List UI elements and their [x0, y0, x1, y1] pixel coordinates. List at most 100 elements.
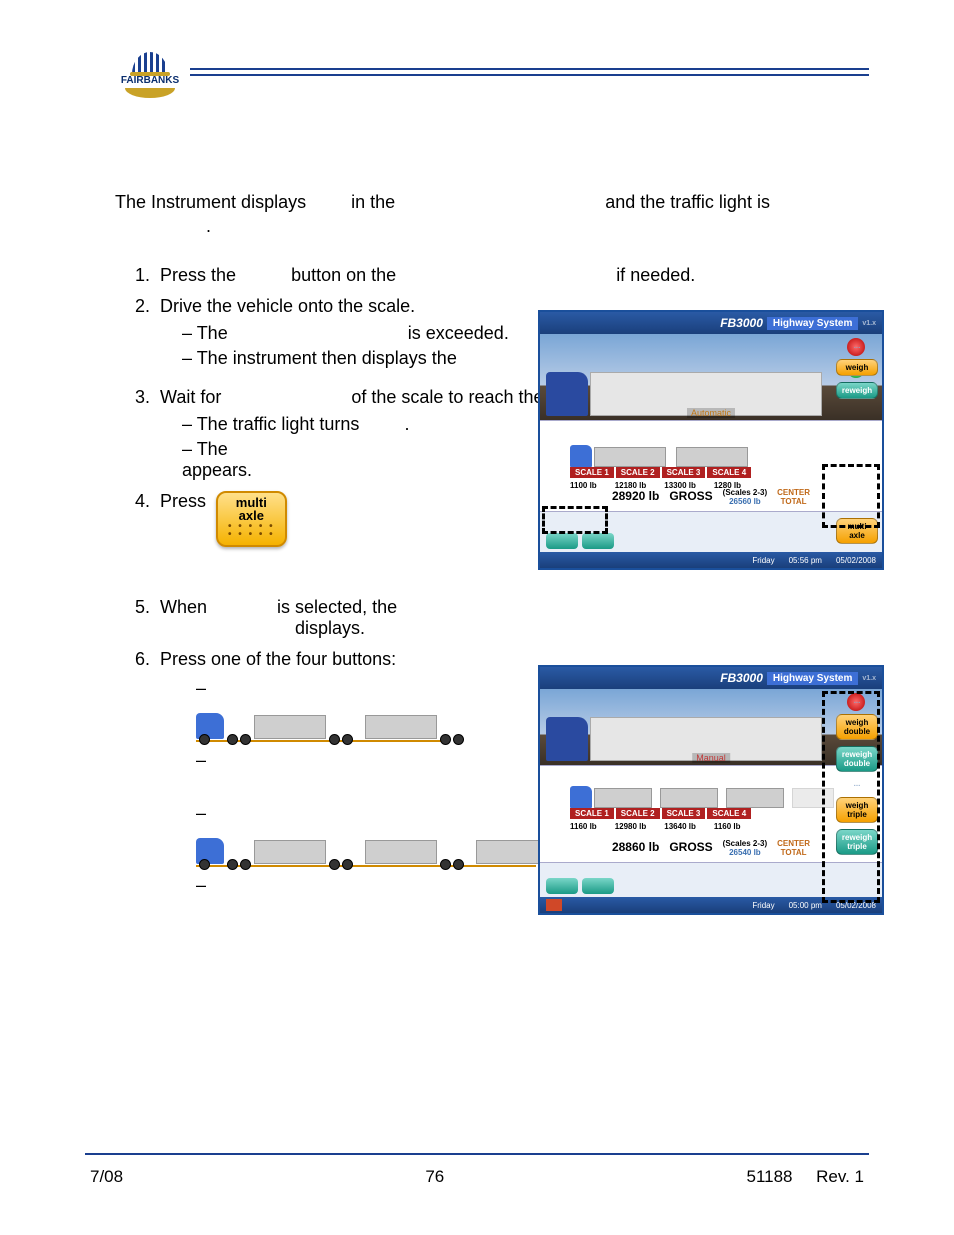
text: and the traffic light is [605, 192, 770, 212]
gross-weight: 28920 lb [612, 489, 659, 507]
step-1: Press the button on the if needed. [155, 265, 869, 286]
text: Press the [160, 265, 236, 285]
step-5: When is selected, the displays. [155, 597, 869, 639]
text: is selected, the [277, 597, 397, 617]
text: Press [160, 491, 206, 512]
scale-tab-values: 1160 lb 12980 lb 13640 lb 1160 lb [570, 822, 741, 831]
multi-axle-button[interactable]: multi axle • • • • • • • • • • [216, 491, 287, 547]
scale-value: 12980 lb [615, 822, 647, 831]
footer-date: 7/08 [90, 1167, 123, 1187]
center-weight: 26560 lb [729, 497, 761, 506]
ribbon-icon [125, 88, 175, 98]
header-rule [190, 74, 869, 76]
sidebar-group-label: … [837, 340, 877, 353]
highway-system-label: Highway System [767, 317, 858, 330]
total-label: TOTAL [781, 848, 807, 857]
gross-weight: 28860 lb [612, 840, 659, 858]
truck-photo-icon [546, 356, 822, 416]
scale-tab: SCALE 1 [570, 808, 614, 819]
scale-photo-panel: Automatic [540, 334, 882, 420]
highway-system-label: Highway System [767, 672, 858, 685]
text: . [206, 216, 211, 236]
tool-buttons [540, 875, 636, 897]
text: The [197, 439, 228, 459]
text: of the scale to reach the [351, 387, 543, 407]
screenshot-header: FB3000 Highway System v1.x [540, 312, 882, 334]
gross-label: GROSS [669, 489, 712, 507]
screenshot-footer: Friday 05:56 pm 05/02/2008 [540, 552, 882, 568]
text: in the [351, 192, 395, 212]
footer-time: 05:56 pm [789, 556, 822, 565]
fb3000-screenshot-1: FB3000 Highway System v1.x Automatic SCA… [538, 310, 884, 570]
scale-tab: SCALE 2 [616, 467, 660, 478]
center-label: CENTER [777, 839, 810, 848]
screenshot-header: FB3000 Highway System v1.x [540, 667, 882, 689]
header-rule [190, 68, 869, 70]
text: displays. [295, 618, 365, 638]
fairbanks-logo: FAIRBANKS [115, 52, 185, 98]
scale-value: 1160 lb [714, 822, 741, 831]
tool-button[interactable] [582, 878, 614, 894]
footer-rule [85, 1153, 869, 1155]
intro-paragraph: The Instrument displays in the and the t… [115, 190, 869, 239]
gross-label: GROSS [669, 840, 712, 858]
scale-tab: SCALE 4 [707, 467, 751, 478]
trailer-icon [254, 715, 326, 739]
center-weight: 26540 lb [729, 848, 761, 857]
scale-value: 1160 lb [570, 822, 597, 831]
fb3000-label: FB3000 [720, 316, 763, 330]
weigh-button[interactable]: weigh [836, 359, 878, 376]
page-footer: 7/08 76 51188 Rev. 1 [90, 1167, 864, 1187]
text: The traffic light turns [197, 414, 360, 434]
fb3000-label: FB3000 [720, 671, 763, 685]
text: . [404, 414, 409, 434]
total-label: TOTAL [781, 497, 807, 506]
tool-button[interactable] [546, 533, 578, 549]
scale-tab: SCALE 3 [662, 808, 706, 819]
center-label: CENTER [777, 488, 810, 497]
callout-box [542, 506, 608, 534]
text: Drive the vehicle onto the scale. [160, 296, 415, 316]
text: When [160, 597, 207, 617]
footer-date: 05/02/2008 [836, 556, 876, 565]
callout-box [822, 464, 880, 528]
truck-cab-icon [196, 838, 224, 864]
text: appears. [182, 460, 252, 480]
fb3000-screenshot-2: FB3000 Highway System v1.x Manual [538, 665, 884, 915]
scale-tabs: SCALE 1 SCALE 2 SCALE 3 SCALE 4 [570, 808, 751, 819]
globe-icon [132, 52, 168, 74]
trailer-icon [365, 715, 437, 739]
tool-button[interactable] [582, 533, 614, 549]
tool-button[interactable] [546, 878, 578, 894]
mode-label: Automatic [687, 408, 735, 418]
mode-label: Manual [692, 753, 730, 763]
callout-box [822, 691, 880, 903]
scale-tab: SCALE 3 [662, 467, 706, 478]
text: if needed. [616, 265, 695, 285]
trailer-icon [254, 840, 326, 864]
text: The Instrument displays [115, 192, 306, 212]
text: The [197, 323, 228, 343]
trailer-icon [365, 840, 437, 864]
scale-value: 13640 lb [664, 822, 696, 831]
footer-day: Friday [752, 556, 774, 565]
reweigh-button[interactable]: reweigh [836, 382, 878, 399]
page-number: 76 [425, 1167, 444, 1187]
text: Wait for [160, 387, 221, 407]
scale-tab: SCALE 1 [570, 467, 614, 478]
text: button on the [291, 265, 396, 285]
footer-time: 05:00 pm [789, 901, 822, 910]
truck-photo-icon [546, 701, 822, 761]
truck-cab-icon [196, 713, 224, 739]
dots-icon: • • • • • [228, 531, 275, 539]
text: Press one of the four buttons: [160, 649, 396, 669]
footer-day: Friday [752, 901, 774, 910]
scale-tab: SCALE 2 [616, 808, 660, 819]
logo-text: FAIRBANKS [115, 75, 185, 86]
text: The instrument then displays the [197, 348, 457, 368]
doc-revision: 51188 Rev. 1 [746, 1167, 864, 1187]
scale-tabs: SCALE 1 SCALE 2 SCALE 3 SCALE 4 [570, 467, 751, 478]
scale-tab: SCALE 4 [707, 808, 751, 819]
text: is exceeded. [408, 323, 509, 343]
flag-icon [546, 899, 562, 911]
